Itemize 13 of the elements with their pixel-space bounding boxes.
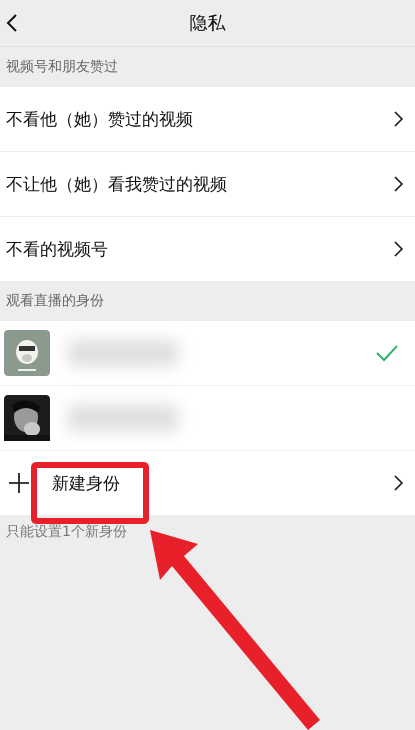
section-label: 观看直播的身份 bbox=[5, 292, 105, 311]
settings-row[interactable]: 不看他（她）赞过的视频 bbox=[0, 87, 415, 152]
hint-text: 只能设置1个新身份 bbox=[5, 523, 128, 542]
section-label: 视频号和朋友赞过 bbox=[5, 58, 119, 77]
settings-row[interactable]: 不看的视频号 bbox=[0, 217, 415, 281]
back-icon[interactable] bbox=[6, 13, 18, 33]
page-title: 隐私 bbox=[190, 12, 226, 35]
chevron-icon bbox=[394, 241, 403, 257]
chevron-icon bbox=[394, 475, 403, 491]
chevron-icon bbox=[394, 111, 403, 127]
plus-icon bbox=[8, 472, 30, 494]
chevron-icon bbox=[394, 176, 403, 192]
settings-row[interactable]: 不让他（她）看我赞过的视频 bbox=[0, 152, 415, 217]
